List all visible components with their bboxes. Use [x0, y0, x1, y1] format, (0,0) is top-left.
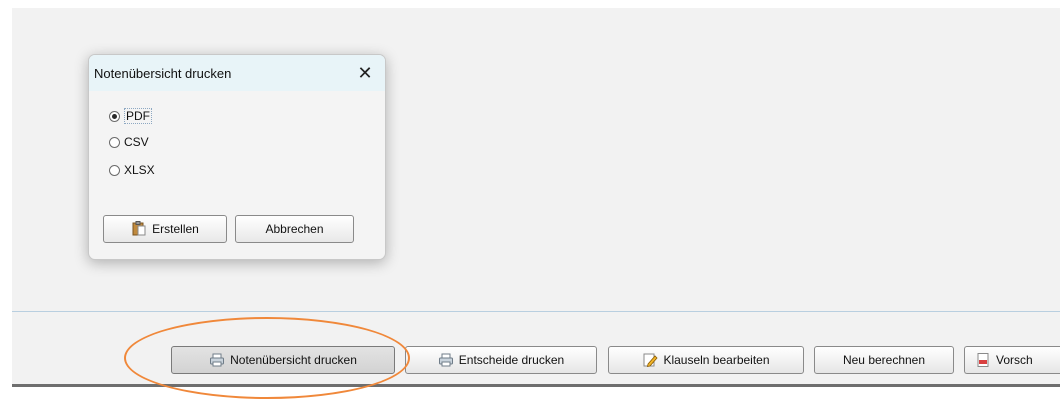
print-grade-overview-button[interactable]: Notenübersicht drucken: [171, 346, 395, 374]
preview-button[interactable]: Vorsch: [964, 346, 1060, 374]
clipboard-icon: [131, 220, 147, 239]
print-grade-overview-label: Notenübersicht drucken: [230, 353, 357, 367]
export-dialog: Notenübersicht drucken ✕ PDF CSV XLSX Er…: [88, 54, 386, 260]
preview-label: Vorsch: [996, 353, 1033, 367]
radio-button-pdf[interactable]: [109, 110, 120, 122]
pdf-document-icon: [975, 352, 991, 368]
dialog-title: Notenübersicht drucken: [94, 65, 232, 81]
radio-option-csv[interactable]: CSV: [109, 135, 149, 149]
edit-document-icon: [642, 352, 659, 368]
print-decisions-button[interactable]: Entscheide drucken: [405, 346, 597, 374]
window-bottom-border: [12, 384, 1060, 387]
radio-option-pdf[interactable]: PDF: [109, 108, 152, 124]
edit-clauses-button[interactable]: Klauseln bearbeiten: [608, 346, 804, 374]
edit-clauses-label: Klauseln bearbeiten: [663, 353, 770, 367]
radio-button-xlsx[interactable]: [109, 164, 120, 176]
printer-icon: [209, 352, 225, 368]
recalculate-label: Neu berechnen: [842, 353, 926, 367]
toolbar-separator: [12, 311, 1060, 312]
recalculate-button[interactable]: Neu berechnen: [814, 346, 954, 374]
radio-button-csv[interactable]: [109, 136, 120, 148]
printer-icon: [438, 352, 454, 368]
create-button[interactable]: Erstellen: [103, 215, 227, 243]
radio-label-pdf: PDF: [124, 108, 152, 124]
radio-label-csv: CSV: [124, 135, 149, 149]
cancel-label: Abbrechen: [265, 222, 324, 236]
dialog-titlebar: Notenübersicht drucken ✕: [89, 55, 385, 91]
print-decisions-label: Entscheide drucken: [458, 353, 565, 367]
cancel-button[interactable]: Abbrechen: [235, 215, 354, 243]
radio-option-xlsx[interactable]: XLSX: [109, 163, 155, 177]
close-icon[interactable]: ✕: [353, 61, 377, 85]
radio-label-xlsx: XLSX: [124, 163, 155, 177]
create-label: Erstellen: [152, 222, 199, 236]
